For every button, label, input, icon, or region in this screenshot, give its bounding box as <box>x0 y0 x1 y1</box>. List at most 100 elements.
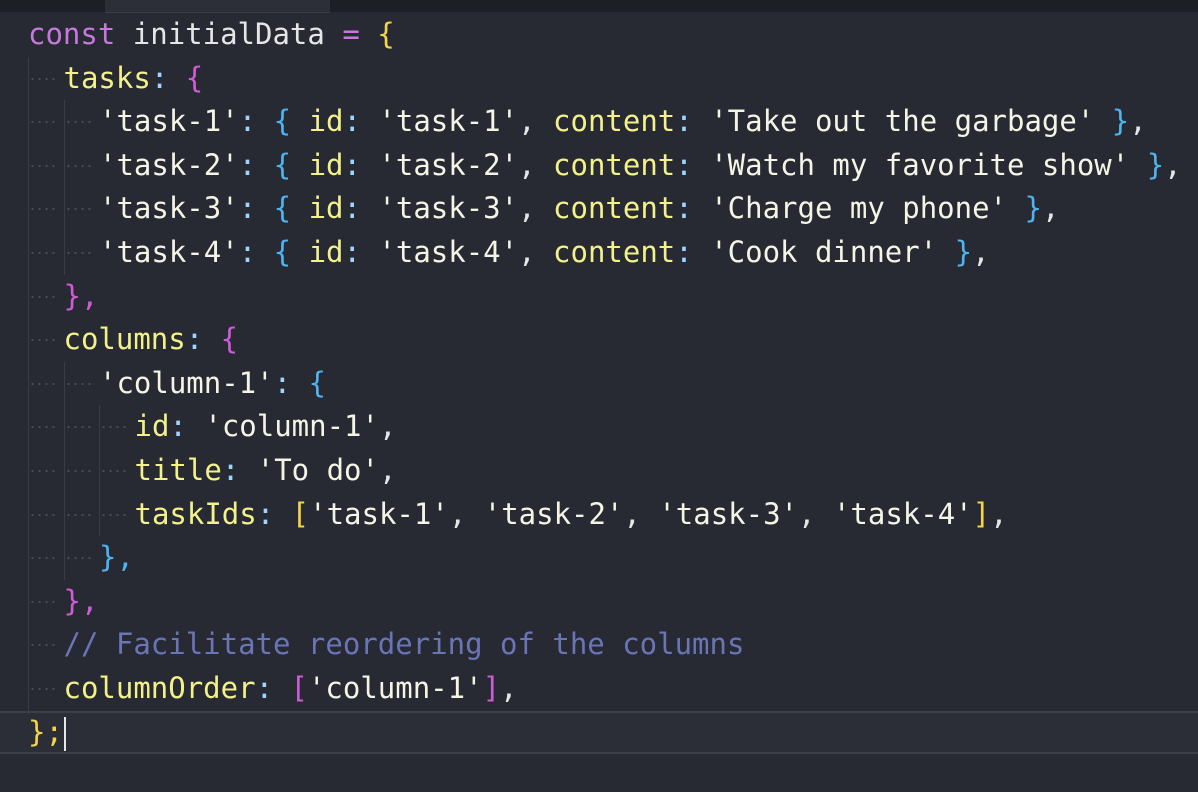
title-key: title <box>134 452 222 487</box>
taskid-value: 'task-1' <box>309 496 449 531</box>
code-line-task-3[interactable]: 'task-3': { id: 'task-3', content: 'Char… <box>0 187 1198 231</box>
code-line-column-1[interactable]: 'column-1': { <box>0 361 1198 406</box>
close-brace: }, <box>63 278 99 313</box>
colon: : <box>150 60 169 95</box>
indent-guides <box>28 56 64 101</box>
open-brace: { <box>185 60 204 95</box>
code-line-column-close[interactable]: }, <box>0 536 1198 580</box>
indent-guides <box>28 536 99 580</box>
code-line-final[interactable]: }; <box>0 710 1198 755</box>
close-bracket: ] <box>482 670 501 705</box>
indent-guides <box>28 448 135 493</box>
comma: , <box>518 104 536 139</box>
close-brace: }, <box>99 540 134 575</box>
comma: , <box>1041 191 1060 226</box>
text-cursor <box>63 716 66 751</box>
indent-guides <box>28 623 64 667</box>
taskid-value: 'task-4' <box>832 496 973 531</box>
colon: : <box>343 191 361 226</box>
id-value: 'task-3' <box>378 191 519 226</box>
comma: , <box>378 409 397 444</box>
colon: : <box>169 409 187 444</box>
comma: , <box>518 147 536 182</box>
code-line-task-4[interactable]: 'task-4': { id: 'task-4', content: 'Cook… <box>0 230 1198 275</box>
open-brace: { <box>220 322 239 357</box>
code-area[interactable]: const initialData = { tasks: { 'task-1':… <box>0 13 1198 755</box>
colon: : <box>343 104 361 139</box>
indent-guides <box>28 274 64 319</box>
id-value: 'task-4' <box>378 234 519 269</box>
columnorder-value: 'column-1' <box>307 670 483 705</box>
editor-tab[interactable] <box>105 0 330 13</box>
content-value: 'Take out the garbage' <box>710 104 1095 139</box>
task-key: 'task-3' <box>99 191 239 226</box>
code-line-task-2[interactable]: 'task-2': { id: 'task-2', content: 'Watc… <box>0 143 1198 188</box>
variable-name: initialData <box>132 17 325 51</box>
indent-guides <box>28 405 135 449</box>
colon: : <box>255 670 274 705</box>
close-brace: } <box>1146 147 1165 182</box>
code-line-columns-close[interactable]: }, <box>0 579 1198 624</box>
close-bracket: ] <box>972 496 991 531</box>
indent-guides <box>28 666 64 711</box>
task-key: 'task-1' <box>99 104 239 139</box>
code-editor[interactable]: const initialData = { tasks: { 'task-1':… <box>0 0 1198 792</box>
comma: , <box>518 191 536 226</box>
colon: : <box>675 104 693 139</box>
close-brace: }, <box>63 583 99 618</box>
content-key: content <box>553 191 676 226</box>
open-brace: { <box>273 147 292 182</box>
id-key: id <box>134 409 170 444</box>
content-key: content <box>553 104 676 139</box>
indent-guides <box>28 492 135 537</box>
code-line-column-taskids[interactable]: taskIds: ['task-1', 'task-2', 'task-3', … <box>0 492 1198 537</box>
id-key: id <box>308 104 344 139</box>
colon: : <box>675 147 693 182</box>
code-line-column-id[interactable]: id: 'column-1', <box>0 405 1198 449</box>
colon: : <box>238 234 257 269</box>
code-line-task-1[interactable]: 'task-1': { id: 'task-1', content: 'Take… <box>0 100 1198 144</box>
content-key: content <box>553 234 676 269</box>
code-comment: // Facilitate reordering of the columns <box>63 627 745 662</box>
taskid-value: 'task-3' <box>658 496 799 531</box>
colon: : <box>238 191 257 226</box>
open-brace: { <box>273 104 292 139</box>
code-line-columns[interactable]: columns: { <box>0 318 1198 362</box>
editor-tab-bar <box>0 0 1198 13</box>
colon: : <box>343 234 361 269</box>
id-key: id <box>308 147 344 182</box>
code-line-comment[interactable]: // Facilitate reordering of the columns <box>0 623 1198 667</box>
code-line-columnorder[interactable]: columnOrder: ['column-1'], <box>0 666 1198 711</box>
open-bracket: [ <box>291 496 310 531</box>
content-value: 'Cook dinner' <box>710 234 938 269</box>
colon: : <box>273 365 292 400</box>
code-line-tasks-close[interactable]: }, <box>0 274 1198 319</box>
columns-property: columns <box>63 322 186 357</box>
close-brace: } <box>1111 104 1130 139</box>
code-line-1[interactable]: const initialData = { <box>0 13 1198 57</box>
colon: : <box>675 191 693 226</box>
open-bracket: [ <box>290 670 308 705</box>
colon: : <box>185 322 204 357</box>
title-value: 'To do' <box>256 452 379 487</box>
columnorder-key: columnOrder <box>63 670 256 705</box>
indent-guides <box>28 143 99 188</box>
comma: , <box>798 496 833 531</box>
id-value: 'column-1' <box>204 409 379 444</box>
column-key: 'column-1' <box>99 365 274 400</box>
code-line-2[interactable]: tasks: { <box>0 56 1198 101</box>
id-key: id <box>308 234 344 269</box>
comma: , <box>518 234 536 269</box>
comma: , <box>990 496 1008 531</box>
comma: , <box>1129 104 1147 139</box>
code-line-column-title[interactable]: title: 'To do', <box>0 448 1198 493</box>
close-brace-semicolon: }; <box>28 714 63 749</box>
id-key: id <box>308 191 344 226</box>
comma: , <box>500 670 518 705</box>
indent-guides <box>28 318 64 362</box>
indent-guides <box>28 187 99 231</box>
colon: : <box>256 496 275 531</box>
const-keyword: const <box>28 17 116 51</box>
close-brace: } <box>954 234 973 269</box>
colon: : <box>675 234 693 269</box>
